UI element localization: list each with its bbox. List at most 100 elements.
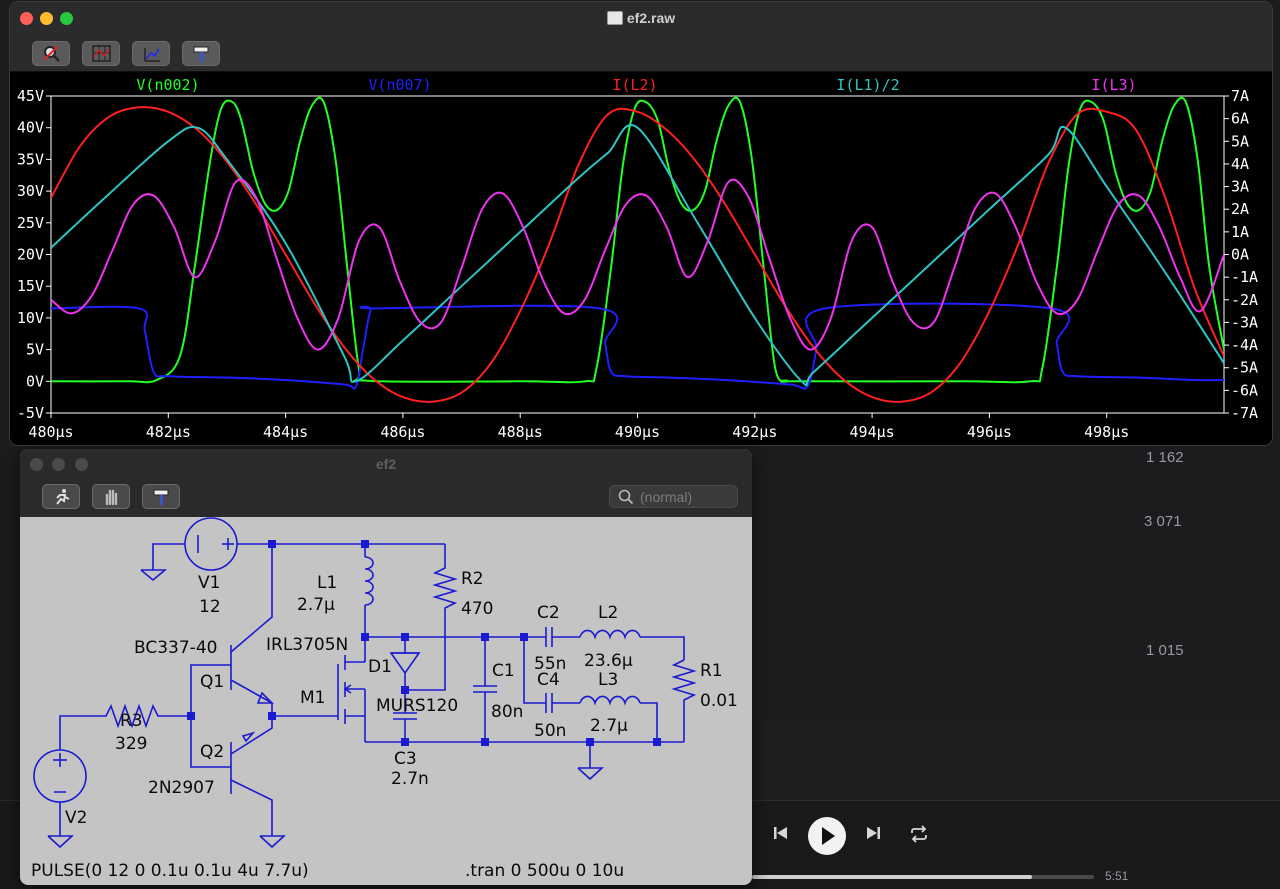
label-v1-value: 12 xyxy=(199,597,221,617)
schematic-labels: V1 12 L1 2.7µ R2 470 C2 L2 55n 23.6µ R1 … xyxy=(31,569,738,881)
label-l2: L2 xyxy=(598,603,618,623)
label-q2-model: 2N2907 xyxy=(148,778,215,798)
hammer-icon xyxy=(153,489,169,505)
label-d1-model: MURS120 xyxy=(376,696,458,716)
y-tick-label-left: -5V xyxy=(17,404,44,422)
label-r1: R1 xyxy=(700,661,723,681)
y-tick-label-right: -1A xyxy=(1231,268,1258,286)
y-tick-label-left: 0V xyxy=(26,372,44,390)
legend-entry: I(L2) xyxy=(612,76,657,94)
legend-entry: V(n002) xyxy=(136,76,199,94)
skip-back-icon[interactable] xyxy=(772,824,790,847)
x-tick-label: 484µs xyxy=(263,423,308,441)
label-q2: Q2 xyxy=(200,742,224,762)
desktop: 1 162 3 071 1 015 5:51 ef2.raw V(n002) V… xyxy=(0,0,1280,889)
progress-time: 5:51 xyxy=(1105,869,1129,883)
label-c3: C3 xyxy=(394,749,417,769)
y-tick-label-right: 5A xyxy=(1231,132,1249,150)
y-tick-label-left: 30V xyxy=(17,182,44,200)
y-tick-label-right: 2A xyxy=(1231,200,1249,218)
label-d1: D1 xyxy=(368,657,392,677)
x-tick-label: 494µs xyxy=(850,423,895,441)
label-c1: C1 xyxy=(492,661,515,681)
y-tick-label-left: 5V xyxy=(26,341,44,359)
search-icon xyxy=(618,489,634,505)
play-button[interactable] xyxy=(808,817,846,855)
legend-entry: I(L1)/2 xyxy=(836,76,899,94)
schematic-window: ef2 (normal) V1 12 L1 2.7µ R2 470 C2 L2 … xyxy=(20,449,752,885)
search-placeholder: (normal) xyxy=(640,489,693,505)
x-tick-label: 486µs xyxy=(380,423,425,441)
hammer-button[interactable] xyxy=(182,41,220,66)
window-title-text: ef2.raw xyxy=(626,10,676,26)
hammer-button[interactable] xyxy=(142,484,180,509)
label-c1-value: 80n xyxy=(491,702,523,722)
schematic-toolbar: (normal) xyxy=(20,479,752,517)
tran-directive[interactable]: .tran 0 500u 0 10u xyxy=(465,861,624,881)
hammer-icon xyxy=(193,46,209,62)
waveform-plot[interactable]: V(n002) V(n007) I(L2) I(L1)/2 I(L3) 480µs 482… xyxy=(10,72,1272,445)
label-c3-value: 2.7n xyxy=(391,769,429,789)
label-m1: M1 xyxy=(300,688,325,708)
skip-forward-icon[interactable] xyxy=(864,824,882,847)
plot-toolbar xyxy=(10,36,1272,72)
label-l3: L3 xyxy=(598,670,618,690)
hand-icon xyxy=(105,489,118,506)
background-panel xyxy=(752,720,1280,800)
label-q1-model: BC337-40 xyxy=(134,638,217,658)
x-tick-label: 480µs xyxy=(28,423,73,441)
y-tick-label-right: -5A xyxy=(1231,359,1258,377)
y-tick-label-right: -7A xyxy=(1231,404,1258,422)
autorange-button[interactable] xyxy=(32,41,70,66)
run-button[interactable] xyxy=(42,484,80,509)
grid-icon xyxy=(92,45,111,62)
grid-button[interactable] xyxy=(82,41,120,66)
search-field[interactable]: (normal) xyxy=(609,485,738,508)
progress-bar[interactable] xyxy=(752,875,1094,879)
label-m1-model: IRL3705N xyxy=(266,635,348,655)
pulse-directive[interactable]: PULSE(0 12 0 0.1u 0.1u 4u 7.7u) xyxy=(31,861,309,881)
label-v1: V1 xyxy=(198,573,220,593)
window-title: ef2 xyxy=(375,456,397,472)
label-r3-value: 329 xyxy=(115,734,147,754)
y-tick-label-right: 3A xyxy=(1231,178,1249,196)
y-tick-label-left: 45V xyxy=(17,87,44,105)
x-tick-label: 498µs xyxy=(1084,423,1129,441)
window-titlebar[interactable]: ef2.raw xyxy=(10,2,1272,36)
y-tick-label-left: 10V xyxy=(17,309,44,327)
y-tick-label-right: 1A xyxy=(1231,223,1249,241)
y-tick-label-right: 7A xyxy=(1231,87,1249,105)
x-tick-label: 488µs xyxy=(498,423,543,441)
label-r3: R3 xyxy=(120,711,143,731)
label-l1: L1 xyxy=(317,573,337,593)
waveform-file-icon xyxy=(606,11,623,25)
y-tick-label-right: -4A xyxy=(1231,336,1258,354)
run-icon xyxy=(56,489,70,505)
window-titlebar[interactable]: ef2 xyxy=(20,449,752,479)
list-value: 1 015 xyxy=(1146,642,1184,659)
label-q1: Q1 xyxy=(200,672,224,692)
list-value: 3 071 xyxy=(1144,513,1182,530)
y-tick-label-left: 35V xyxy=(17,150,44,168)
label-c2: C2 xyxy=(537,603,560,623)
schematic-canvas[interactable]: V1 12 L1 2.7µ R2 470 C2 L2 55n 23.6µ R1 … xyxy=(20,517,752,885)
progress-fill xyxy=(752,875,1033,879)
label-c4-value: 50n xyxy=(534,721,566,741)
label-v2: V2 xyxy=(65,808,87,828)
pan-button[interactable] xyxy=(92,484,130,509)
x-tick-label: 482µs xyxy=(146,423,191,441)
label-l2-value: 23.6µ xyxy=(584,651,633,671)
zoom-cancel-icon xyxy=(43,45,60,62)
window-title: ef2.raw xyxy=(10,10,1272,26)
cursor-icon xyxy=(144,48,160,62)
waveform-viewer-window: ef2.raw V(n002) V(n007) I(L2) I(L1)/2 I(L3) … xyxy=(10,2,1272,445)
y-tick-label-right: -3A xyxy=(1231,313,1258,331)
cursor-button[interactable] xyxy=(132,41,170,66)
y-tick-label-right: 0A xyxy=(1231,246,1249,264)
x-tick-label: 490µs xyxy=(615,423,660,441)
label-c4: C4 xyxy=(537,670,560,690)
y-tick-label-left: 25V xyxy=(17,214,44,232)
repeat-icon[interactable] xyxy=(908,825,930,848)
y-tick-label-left: 15V xyxy=(17,277,44,295)
label-r2-value: 470 xyxy=(461,599,493,619)
